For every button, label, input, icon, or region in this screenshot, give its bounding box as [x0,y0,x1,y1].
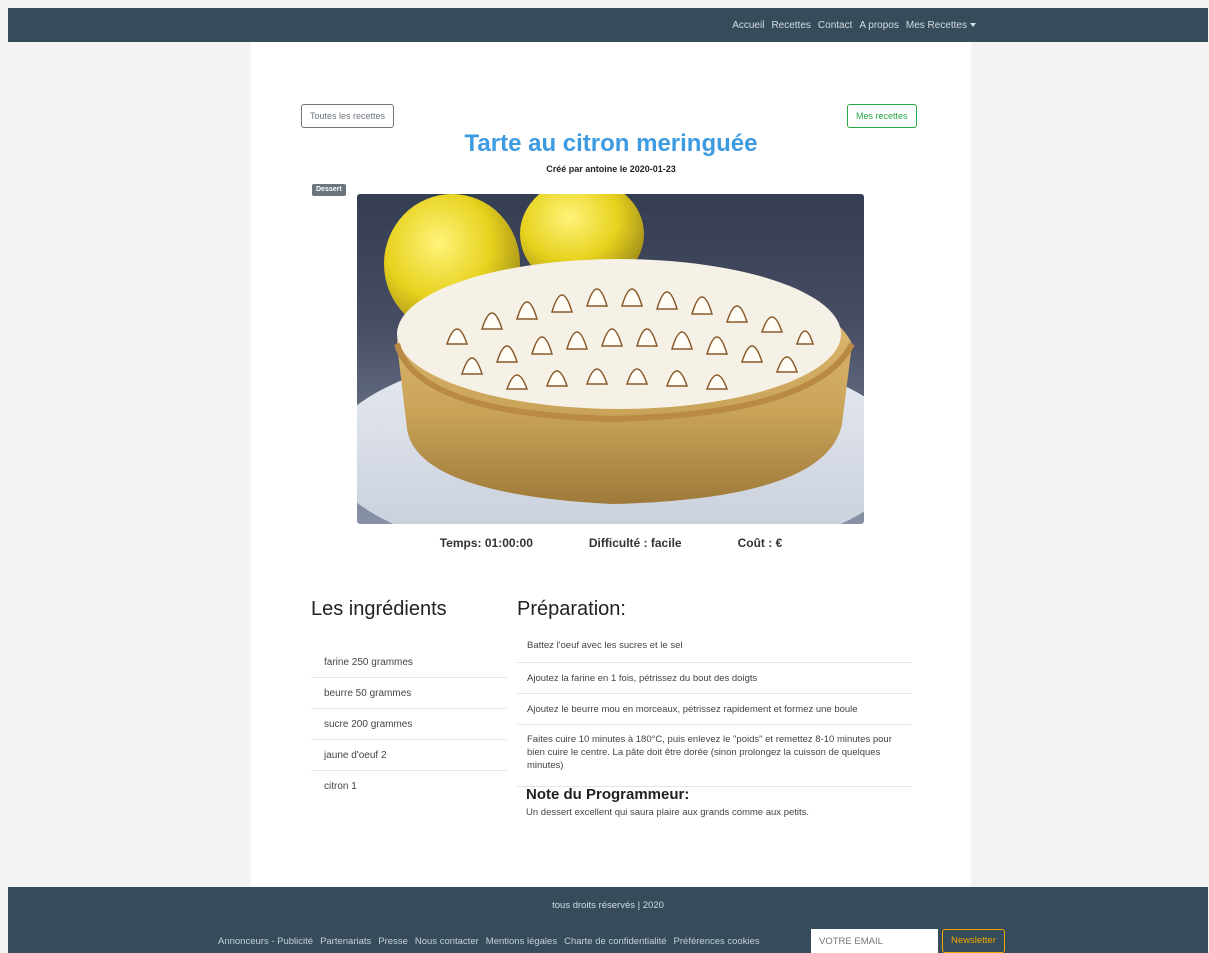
ingredient-item: citron 1 [324,781,357,792]
preparation-heading: Préparation: [517,598,626,620]
nav-link-contact[interactable]: Contact [818,20,852,31]
footer-link-mentions[interactable]: Mentions légales [486,936,557,947]
all-recipes-button[interactable]: Toutes les recettes [301,104,395,128]
nav-link-recettes[interactable]: Recettes [771,20,810,31]
nav-dropdown-label: Mes Recettes [905,19,967,31]
page: Accueil Recettes Contact A propos Mes Re… [8,8,1208,953]
nav-link-accueil[interactable]: Accueil [732,20,764,31]
recipe-byline: Créé par antoine le 2020-01-23 [546,164,676,174]
category-badge: Dessert [312,184,346,196]
recipe-meta: Temps: 01:00:00 Difficulté : facile Coût… [251,536,971,550]
ingredient-item: farine 250 grammes [311,647,507,678]
nav-links: Accueil Recettes Contact A propos Mes Re… [732,8,976,42]
footer-link-partenariats[interactable]: Partenariats [320,936,371,947]
preparation-step: Faites cuire 10 minutes à 180°C, puis en… [517,725,911,787]
preparation-list: Battez l'oeuf avec les sucres et le sel … [517,633,911,787]
preparation-step: Ajoutez la farine en 1 fois, pétrissez d… [517,663,911,694]
nav-link-a-propos[interactable]: A propos [859,20,898,31]
newsletter-button[interactable]: Newsletter [942,929,1005,953]
recipe-title: Tarte au citron meringuée [464,130,758,157]
footer: tous droits réservés | 2020 Annonceurs -… [8,887,1208,953]
nav-dropdown-mes-recettes[interactable]: Mes Recettes [906,20,976,31]
recipe-cost: Coût : € [737,536,783,550]
note-heading: Note du Programmeur: [526,786,690,803]
navbar: Accueil Recettes Contact A propos Mes Re… [8,8,1208,42]
footer-link-charte[interactable]: Charte de confidentialité [564,936,666,947]
note-text: Un dessert excellent qui saura plaire au… [526,807,810,818]
caret-down-icon [970,22,976,27]
footer-link-contact[interactable]: Nous contacter [415,936,479,947]
recipe-time: Temps: 01:00:00 [439,536,533,550]
footer-link-annonceurs[interactable]: Annonceurs - Publicité [218,936,313,947]
footer-links: Annonceurs - Publicité Partenariats Pres… [218,929,760,953]
footer-link-presse[interactable]: Presse [378,936,408,947]
recipe-photo [357,194,864,524]
recipe-card: Toutes les recettes Mes recettes Tarte a… [251,42,971,887]
ingredients-heading: Les ingrédients [311,598,447,620]
my-recipes-button[interactable]: Mes recettes [847,104,917,128]
ingredient-item: beurre 50 grammes [311,678,507,709]
footer-copyright: tous droits réservés | 2020 [552,900,664,911]
recipe-difficulty: Difficulté : facile [588,536,682,550]
ingredients-list: farine 250 grammes beurre 50 grammes suc… [311,647,507,802]
lemon-meringue-tart-image [357,194,864,524]
preparation-step: Ajoutez le beurre mou en morceaux, pétri… [517,694,911,725]
ingredient-item: sucre 200 grammes [311,709,507,740]
preparation-step: Battez l'oeuf avec les sucres et le sel [517,633,911,663]
footer-link-cookies[interactable]: Préférences cookies [674,936,760,947]
ingredient-item: jaune d'oeuf 2 [311,740,507,771]
newsletter-email-input[interactable] [811,929,938,953]
